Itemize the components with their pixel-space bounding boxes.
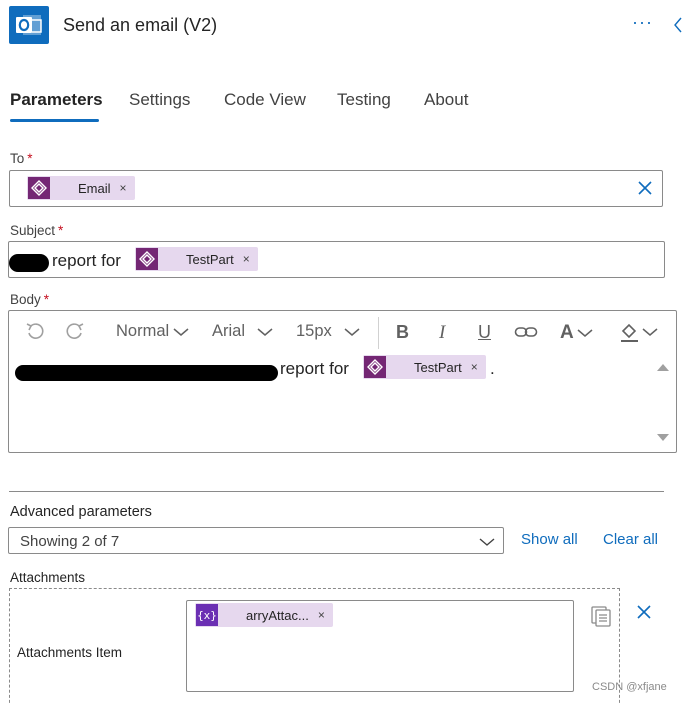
- tab-parameters[interactable]: Parameters: [10, 90, 103, 110]
- tab-testing[interactable]: Testing: [337, 90, 391, 110]
- power-apps-icon: [136, 248, 158, 270]
- highlight-button[interactable]: [618, 321, 658, 343]
- variable-icon: {x}: [196, 604, 218, 626]
- underline-button[interactable]: U: [478, 322, 491, 343]
- subject-text: report for: [52, 251, 121, 270]
- advanced-parameters-select[interactable]: Showing 2 of 7: [8, 527, 504, 554]
- paint-bucket-icon: [621, 323, 638, 342]
- italic-button[interactable]: I: [439, 322, 445, 344]
- dynamic-content-token[interactable]: TestPart ×: [363, 355, 486, 379]
- remove-token-icon[interactable]: ×: [243, 252, 250, 266]
- remove-token-icon[interactable]: ×: [471, 360, 478, 374]
- chevron-down-icon: [173, 327, 189, 336]
- chevron-down-icon: [479, 538, 495, 546]
- undo-icon[interactable]: [25, 321, 45, 346]
- dynamic-content-token[interactable]: Email ×: [27, 176, 135, 200]
- body-text: report for: [280, 359, 349, 378]
- scroll-down-icon[interactable]: [657, 434, 669, 441]
- show-all-link[interactable]: Show all: [521, 531, 578, 548]
- bold-button[interactable]: B: [396, 322, 409, 343]
- active-tab-indicator: [10, 119, 99, 122]
- chevron-down-icon: [257, 327, 273, 336]
- subject-field[interactable]: report for TestPart ×: [8, 241, 665, 278]
- dynamic-content-token[interactable]: TestPart ×: [135, 247, 258, 271]
- font-color-button[interactable]: A: [560, 322, 593, 344]
- more-options-icon[interactable]: ···: [632, 12, 653, 33]
- variable-token[interactable]: {x} arryAttac... ×: [195, 603, 333, 627]
- remove-token-icon[interactable]: ×: [120, 181, 127, 195]
- body-text-end: .: [490, 359, 495, 378]
- tab-code-view[interactable]: Code View: [224, 90, 306, 110]
- tab-settings[interactable]: Settings: [129, 90, 190, 110]
- body-label: Body *: [10, 292, 50, 307]
- redacted-text: [9, 254, 49, 272]
- attachments-item-field[interactable]: {x} arryAttac... ×: [186, 600, 574, 692]
- close-icon[interactable]: [637, 180, 653, 201]
- tab-about[interactable]: About: [424, 90, 468, 110]
- redo-icon[interactable]: [65, 321, 85, 346]
- remove-token-icon[interactable]: ×: [318, 608, 325, 622]
- chevron-down-icon: [344, 327, 360, 336]
- font-dropdown[interactable]: Arial: [212, 322, 273, 341]
- subject-label: Subject *: [10, 223, 64, 238]
- page-title: Send an email (V2): [63, 15, 218, 35]
- power-apps-icon: [364, 356, 386, 378]
- to-label: To *: [10, 151, 33, 166]
- watermark: CSDN @xfjane: [592, 681, 667, 693]
- scroll-up-icon[interactable]: [657, 364, 669, 371]
- attachments-label: Attachments: [10, 570, 86, 585]
- format-dropdown[interactable]: Normal: [116, 322, 189, 341]
- section-divider: [9, 491, 664, 492]
- clear-all-link[interactable]: Clear all: [603, 531, 658, 548]
- chevron-down-icon: [577, 329, 593, 337]
- to-field[interactable]: Email ×: [9, 170, 663, 207]
- font-size-dropdown[interactable]: 15px: [296, 322, 360, 341]
- scrollbar[interactable]: [651, 356, 673, 448]
- advanced-parameters-label: Advanced parameters: [10, 504, 152, 520]
- collapse-panel-icon[interactable]: [670, 14, 682, 36]
- attachments-item-label: Attachments Item: [17, 645, 123, 660]
- toolbar-divider: [378, 317, 379, 349]
- chevron-down-icon: [642, 328, 658, 336]
- delete-item-icon[interactable]: [636, 604, 652, 625]
- outlook-icon: [9, 6, 49, 44]
- link-icon[interactable]: [514, 324, 538, 345]
- switch-to-array-icon[interactable]: [590, 605, 612, 632]
- redacted-text: [15, 365, 278, 381]
- power-apps-icon: [28, 177, 50, 199]
